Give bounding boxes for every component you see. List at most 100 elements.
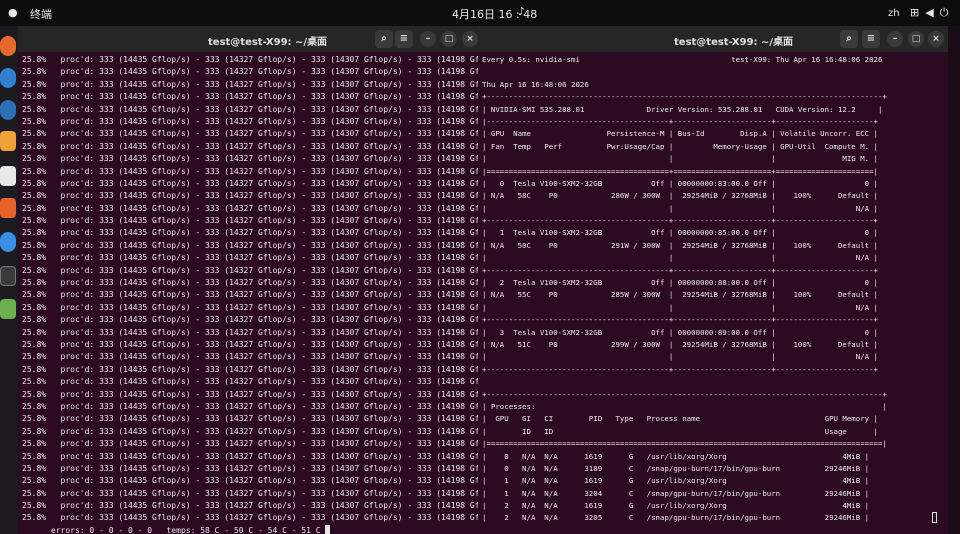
top-bar: ● 终端 4月16日 16 : 48 ♪ zh ⊞◀⏻: [0, 0, 960, 26]
terminal-line: 25.8% proc'd: 333 (14435 Gflop/s) - 333 …: [22, 92, 486, 102]
terminal-line: 25.8% proc'd: 333 (14435 Gflop/s) - 333 …: [22, 501, 486, 511]
terminal-line: | | | N/A |: [482, 352, 879, 362]
terminal-line: 25.8% proc'd: 333 (14435 Gflop/s) - 333 …: [22, 339, 486, 349]
search-icon[interactable]: ⌕: [375, 30, 393, 48]
window-title: test@test-X99: ~/桌面: [208, 37, 328, 48]
terminal-line: | 2 N/A N/A 1619 G /usr/lib/xorg/Xorg 4M…: [482, 501, 870, 511]
terminal-line: | 3 Tesla V100-SXM2-32GB Off | 00000000:…: [482, 327, 879, 337]
terminal-line: Every 0.5s: nvidia-smi test-X99: Thu Apr…: [482, 55, 883, 64]
rhythmbox-icon[interactable]: [0, 100, 16, 120]
menu-icon[interactable]: ≡: [395, 30, 413, 48]
power-icon: ⏻: [939, 6, 955, 19]
terminal-line: 25.8% proc'd: 333 (14435 Gflop/s) - 333 …: [22, 389, 486, 399]
terminal-icon[interactable]: [0, 266, 16, 286]
terminal-line: 25.8% proc'd: 333 (14435 Gflop/s) - 333 …: [22, 265, 486, 275]
terminal-window-right[interactable]: test@test-X99: ~/桌面 ⌕ ≡ – □ × Every 0.5s…: [478, 26, 948, 534]
terminal-line: 25.8% proc'd: 333 (14435 Gflop/s) - 333 …: [22, 476, 486, 486]
terminal-line: 25.8% proc'd: 333 (14435 Gflop/s) - 333 …: [22, 513, 486, 523]
terminal-line: 25.8% proc'd: 333 (14435 Gflop/s) - 333 …: [22, 67, 486, 77]
terminal-line: 25.8% proc'd: 333 (14435 Gflop/s) - 333 …: [22, 203, 486, 213]
terminal-line: 25.8% proc'd: 333 (14435 Gflop/s) - 333 …: [22, 141, 486, 151]
terminal-line: 25.8% proc'd: 333 (14435 Gflop/s) - 333 …: [22, 364, 486, 374]
terminal-line: 25.8% proc'd: 333 (14435 Gflop/s) - 333 …: [22, 451, 486, 461]
terminal-line: |=======================================…: [482, 439, 887, 449]
terminal-line: 25.8% proc'd: 333 (14435 Gflop/s) - 333 …: [22, 290, 486, 300]
terminal-line: | Processes: |: [482, 401, 887, 411]
search-icon[interactable]: ⌕: [840, 30, 858, 48]
thunderbird-icon[interactable]: [0, 68, 16, 88]
system-tray[interactable]: ⊞◀⏻: [910, 6, 954, 20]
terminal-line: 25.8% proc'd: 333 (14435 Gflop/s) - 333 …: [22, 463, 486, 473]
close-icon[interactable]: ×: [462, 31, 478, 47]
terminal-line: | N/A 51C P0 299W / 300W | 29254MiB / 32…: [482, 339, 879, 349]
terminal-line: +---------------------------------------…: [482, 92, 887, 102]
terminal-line: | 0 Tesla V100-SXM2-32GB Off | 00000000:…: [482, 178, 879, 188]
volume-icon: ◀: [925, 6, 940, 19]
terminal-line: 25.8% proc'd: 333 (14435 Gflop/s) - 333 …: [22, 414, 486, 424]
terminal-line: | GPU GI CI PID Type Process name GPU Me…: [482, 414, 879, 424]
recycle-icon[interactable]: [0, 299, 16, 319]
terminal-line: | N/A 58C P0 286W / 300W | 29254MiB / 32…: [482, 191, 879, 201]
dock: ⋮⋮⋮: [0, 26, 60, 534]
files-icon[interactable]: [0, 131, 16, 151]
close-icon[interactable]: ×: [928, 31, 944, 47]
terminal-line: 25.8% proc'd: 333 (14435 Gflop/s) - 333 …: [22, 488, 486, 498]
terminal-line: | | | MIG M. |: [482, 154, 879, 164]
terminal-line: | Fan Temp Perf Pwr:Usage/Cap | Memory-U…: [482, 141, 879, 151]
terminal-line: 25.8% proc'd: 333 (14435 Gflop/s) - 333 …: [22, 240, 486, 250]
firefox-icon[interactable]: [0, 36, 16, 56]
app-center-icon[interactable]: [0, 198, 16, 218]
terminal-line: 25.8% proc'd: 333 (14435 Gflop/s) - 333 …: [22, 116, 486, 126]
left-titlebar[interactable]: test@test-X99: ~/桌面 ⌕ ≡ – □ ×: [18, 26, 486, 52]
terminal-line: +---------------------------------------…: [482, 265, 879, 275]
activities-button[interactable]: ●: [8, 6, 18, 19]
terminal-line: | NVIDIA-SMI 535.288.01 Driver Version: …: [482, 104, 883, 114]
terminal-line: | | | N/A |: [482, 302, 879, 312]
terminal-line: 25.8% proc'd: 333 (14435 Gflop/s) - 333 …: [22, 129, 486, 139]
terminal-window-left[interactable]: test@test-X99: ~/桌面 ⌕ ≡ – □ × 25.8% proc…: [18, 26, 486, 534]
terminal-line: 25.8% proc'd: 333 (14435 Gflop/s) - 333 …: [22, 315, 486, 325]
terminal-line: 25.8% proc'd: 333 (14435 Gflop/s) - 333 …: [22, 55, 486, 64]
terminal-line: | 1 N/A N/A 3204 C /snap/gpu-burn/17/bin…: [482, 488, 870, 498]
terminal-line: | N/A 50C P0 291W / 300W | 29254MiB / 32…: [482, 240, 879, 250]
terminal-line: 25.8% proc'd: 333 (14435 Gflop/s) - 333 …: [22, 401, 486, 411]
terminal-line: | | | N/A |: [482, 253, 879, 263]
terminal-output-left[interactable]: 25.8% proc'd: 333 (14435 Gflop/s) - 333 …: [18, 52, 486, 534]
terminal-line: 25.8% proc'd: 333 (14435 Gflop/s) - 333 …: [22, 216, 486, 226]
menu-icon[interactable]: ≡: [862, 30, 880, 48]
terminal-line: 25.8% proc'd: 333 (14435 Gflop/s) - 333 …: [22, 439, 486, 449]
notification-bell-icon[interactable]: ♪: [518, 5, 525, 18]
terminal-line: 25.8% proc'd: 333 (14435 Gflop/s) - 333 …: [22, 191, 486, 201]
terminal-line: | | | N/A |: [482, 203, 879, 213]
terminal-line: 25.8% proc'd: 333 (14435 Gflop/s) - 333 …: [22, 253, 486, 263]
terminal-line: | ID ID Usage |: [482, 426, 879, 436]
terminal-line: 25.8% proc'd: 333 (14435 Gflop/s) - 333 …: [22, 278, 486, 288]
terminal-line: 25.8% proc'd: 333 (14435 Gflop/s) - 333 …: [22, 166, 486, 176]
terminal-line: 25.8% proc'd: 333 (14435 Gflop/s) - 333 …: [22, 377, 486, 387]
minimize-icon[interactable]: –: [420, 31, 436, 47]
terminal-line: 25.8% proc'd: 333 (14435 Gflop/s) - 333 …: [22, 79, 486, 89]
minimize-icon[interactable]: –: [887, 31, 903, 47]
terminal-cursor: [932, 512, 937, 523]
terminal-line: +---------------------------------------…: [482, 315, 879, 325]
terminal-cursor: [325, 525, 331, 534]
terminal-output-right[interactable]: Every 0.5s: nvidia-smi test-X99: Thu Apr…: [478, 52, 948, 534]
terminal-line: 25.8% proc'd: 333 (14435 Gflop/s) - 333 …: [22, 302, 486, 312]
terminal-line: | 1 N/A N/A 1619 G /usr/lib/xorg/Xorg 4M…: [482, 476, 870, 486]
terminal-line: | 2 N/A N/A 3205 C /snap/gpu-burn/17/bin…: [482, 513, 870, 523]
writer-icon[interactable]: [0, 166, 16, 186]
input-language[interactable]: zh: [888, 8, 900, 19]
terminal-line: | 0 N/A N/A 1619 G /usr/lib/xorg/Xorg 4M…: [482, 451, 870, 461]
app-menu-label[interactable]: 终端: [30, 6, 52, 22]
help-icon[interactable]: [0, 232, 16, 252]
window-title: test@test-X99: ~/桌面: [674, 37, 794, 48]
terminal-line: 25.8% proc'd: 333 (14435 Gflop/s) - 333 …: [22, 352, 486, 362]
maximize-icon[interactable]: □: [908, 31, 924, 47]
maximize-icon[interactable]: □: [441, 31, 457, 47]
terminal-line: | GPU Name Persistence-M | Bus-Id Disp.A…: [482, 129, 879, 139]
terminal-line: | 0 N/A N/A 3189 C /snap/gpu-burn/17/bin…: [482, 463, 870, 473]
terminal-line: 25.8% proc'd: 333 (14435 Gflop/s) - 333 …: [22, 228, 486, 238]
right-titlebar[interactable]: test@test-X99: ~/桌面 ⌕ ≡ – □ ×: [478, 26, 948, 52]
